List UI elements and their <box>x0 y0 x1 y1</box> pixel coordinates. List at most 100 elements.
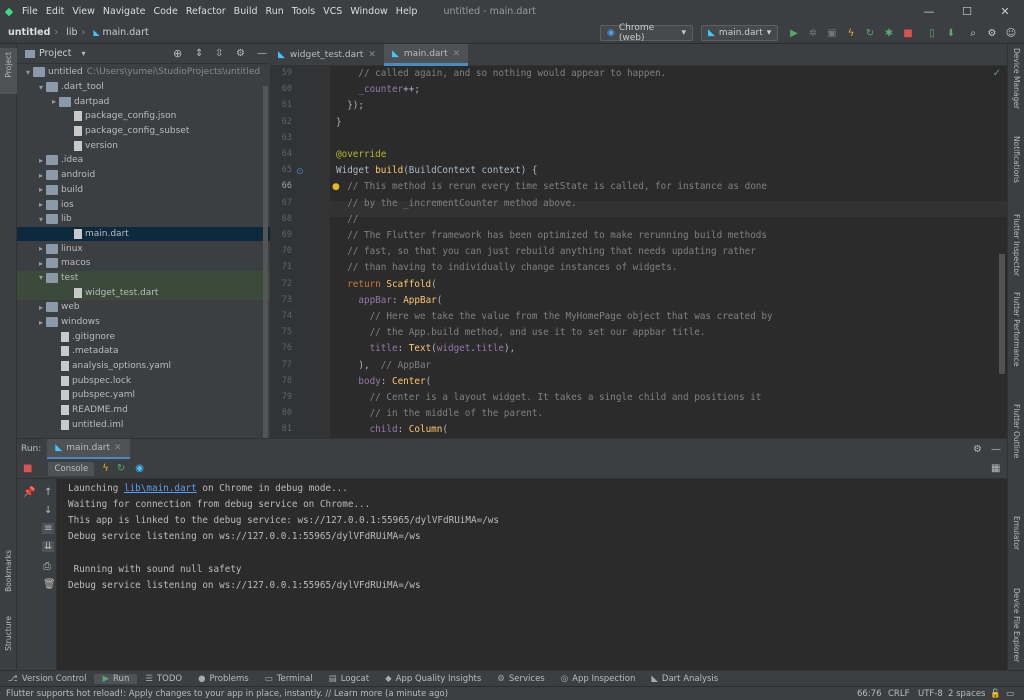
expanded-arrow-icon[interactable]: ▾ <box>36 83 46 92</box>
menu-item-run[interactable]: Run <box>262 6 288 17</box>
menu-item-window[interactable]: Window <box>346 6 391 17</box>
hot-restart-icon[interactable]: ↻ <box>863 26 877 40</box>
collapsed-arrow-icon[interactable]: ▸ <box>36 185 46 194</box>
coverage-icon[interactable]: ▣ <box>825 26 839 40</box>
menu-item-code[interactable]: Code <box>149 6 181 17</box>
stop-icon[interactable]: ■ <box>901 26 915 40</box>
tree-item[interactable]: pubspec.lock <box>17 373 270 388</box>
tool-window-dart-analysis[interactable]: ◣ Dart Analysis <box>643 674 726 684</box>
print-icon[interactable]: ⎙ <box>43 561 51 572</box>
menu-item-file[interactable]: File <box>18 6 42 17</box>
expand-all-icon[interactable]: ⇕ <box>195 48 203 59</box>
code-editor[interactable]: // called again, and so nothing would ap… <box>330 66 1007 438</box>
expanded-arrow-icon[interactable]: ▾ <box>23 68 33 77</box>
tree-item[interactable]: pubspec.yaml <box>17 388 270 403</box>
minimize-button[interactable]: — <box>910 0 948 22</box>
tree-item[interactable]: ▸ linux <box>17 241 270 256</box>
tree-item[interactable]: ▸ android <box>17 168 270 183</box>
debug-icon[interactable]: ✲ <box>806 26 820 40</box>
attach-debugger-icon[interactable]: ✱ <box>882 26 896 40</box>
collapsed-arrow-icon[interactable]: ▸ <box>36 303 46 312</box>
stop-icon[interactable]: ■ <box>23 463 32 474</box>
bookmarks-tool-button[interactable]: Bookmarks <box>4 550 13 592</box>
tool-window-services[interactable]: ⚙ Services <box>489 674 552 684</box>
run-icon[interactable]: ▶ <box>787 26 801 40</box>
sdk-manager-icon[interactable]: ⬇ <box>944 26 958 40</box>
tree-item[interactable]: ▸ windows <box>17 315 270 330</box>
tool-window-app-quality-insights[interactable]: ◆ App Quality Insights <box>377 674 489 684</box>
tool-window-problems[interactable]: ● Problems <box>190 674 257 684</box>
settings-gear-icon[interactable]: ⚙ <box>985 26 999 40</box>
menu-item-help[interactable]: Help <box>392 6 422 17</box>
menu-item-build[interactable]: Build <box>230 6 262 17</box>
override-marker-icon[interactable]: ⊙ <box>296 167 304 177</box>
tool-window-todo[interactable]: ☰ TODO <box>137 674 190 684</box>
close-tab-icon[interactable]: ✕ <box>368 50 376 60</box>
lock-icon[interactable]: 🔓 <box>990 689 1001 699</box>
close-tab-icon[interactable]: ✕ <box>453 49 461 59</box>
tree-item[interactable]: ▸ .idea <box>17 153 270 168</box>
menu-item-tools[interactable]: Tools <box>288 6 319 17</box>
collapsed-arrow-icon[interactable]: ▸ <box>36 244 46 253</box>
right-tool-device-manager[interactable]: Device Manager <box>1012 48 1021 109</box>
devtools-icon[interactable]: ◉ <box>135 463 144 474</box>
tree-item[interactable]: .metadata <box>17 344 270 359</box>
trash-icon[interactable]: 🗑 <box>43 579 56 590</box>
right-tool-flutter-outline[interactable]: Flutter Outline <box>1012 404 1021 458</box>
layout-icon[interactable]: ▦ <box>991 463 1000 474</box>
soft-wrap-icon[interactable]: ≡ <box>42 523 55 534</box>
hide-panel-icon[interactable]: — <box>991 444 1001 455</box>
tree-item[interactable]: ▸ macos <box>17 256 270 271</box>
right-tool-emulator[interactable]: Emulator <box>1012 516 1021 550</box>
tree-item[interactable]: ▸ ios <box>17 197 270 212</box>
tree-item[interactable]: package_config_subset <box>17 124 270 139</box>
tree-item[interactable]: untitled.iml <box>17 418 270 433</box>
status-message[interactable]: Flutter supports hot reload!: Apply chan… <box>6 689 448 699</box>
tree-item[interactable]: ▸ build <box>17 183 270 198</box>
cursor-position[interactable]: 66:76 <box>857 689 882 699</box>
scroll-to-end-icon[interactable]: ⇊ <box>42 541 55 552</box>
settings-gear-icon[interactable]: ⚙ <box>973 444 982 455</box>
right-tool-flutter-performance[interactable]: Flutter Performance <box>1012 292 1021 367</box>
file-encoding[interactable]: UTF-8 <box>918 689 943 699</box>
menu-item-refactor[interactable]: Refactor <box>182 6 230 17</box>
tree-item[interactable]: package_config.json <box>17 109 270 124</box>
tree-item[interactable]: ▾ .dart_tool <box>17 80 270 95</box>
tree-item[interactable]: main.dart <box>17 226 270 242</box>
menu-item-view[interactable]: View <box>68 6 99 17</box>
breadcrumb-project[interactable]: untitled <box>0 27 50 38</box>
console-tab[interactable]: Console <box>48 461 95 476</box>
tree-scrollbar[interactable] <box>263 86 268 456</box>
file-link[interactable]: lib\main.dart <box>124 483 197 494</box>
account-icon[interactable]: ☺ <box>1004 26 1018 40</box>
right-tool-device-file-explorer[interactable]: Device File Explorer <box>1012 588 1021 662</box>
collapsed-arrow-icon[interactable]: ▸ <box>36 200 46 209</box>
indent-setting[interactable]: 2 spaces <box>948 689 985 699</box>
device-selector[interactable]: ◉ Chrome (web) ▾ <box>600 23 693 43</box>
hide-panel-icon[interactable]: — <box>257 48 267 59</box>
expanded-arrow-icon[interactable]: ▾ <box>36 273 46 282</box>
hot-reload-icon[interactable]: ϟ <box>844 26 858 40</box>
hot-restart-icon[interactable]: ↻ <box>117 463 125 474</box>
device-manager-icon[interactable]: ▯ <box>925 26 939 40</box>
maximize-button[interactable]: ☐ <box>948 0 986 22</box>
menu-item-navigate[interactable]: Navigate <box>99 6 150 17</box>
pin-icon[interactable]: 📌 <box>23 487 35 498</box>
console-output[interactable]: Launching lib\main.dart on Chrome in deb… <box>57 479 1007 671</box>
tree-item[interactable]: ▾ test <box>17 270 270 286</box>
tool-window-version-control[interactable]: ⎇ Version Control <box>0 674 94 684</box>
tree-item[interactable]: analysis_options.yaml <box>17 359 270 374</box>
tool-window-logcat[interactable]: ▤ Logcat <box>321 674 377 684</box>
editor-scrollbar[interactable] <box>999 254 1005 374</box>
down-arrow-icon[interactable]: ↓ <box>44 505 52 516</box>
close-tab-icon[interactable]: ✕ <box>114 443 122 453</box>
collapse-all-icon[interactable]: ⇳ <box>215 48 223 59</box>
tree-item[interactable]: widget_test.dart <box>17 285 270 300</box>
collapsed-arrow-icon[interactable]: ▸ <box>36 259 46 268</box>
tree-item[interactable]: ▾ untitled C:\Users\yumei\StudioProjects\u… <box>17 65 270 80</box>
tree-item[interactable]: ▸ dartpad <box>17 94 270 109</box>
expanded-arrow-icon[interactable]: ▾ <box>36 215 46 224</box>
collapsed-arrow-icon[interactable]: ▸ <box>49 97 59 106</box>
tree-item[interactable]: version <box>17 138 270 153</box>
options-gear-icon[interactable]: ⚙ <box>236 48 245 59</box>
